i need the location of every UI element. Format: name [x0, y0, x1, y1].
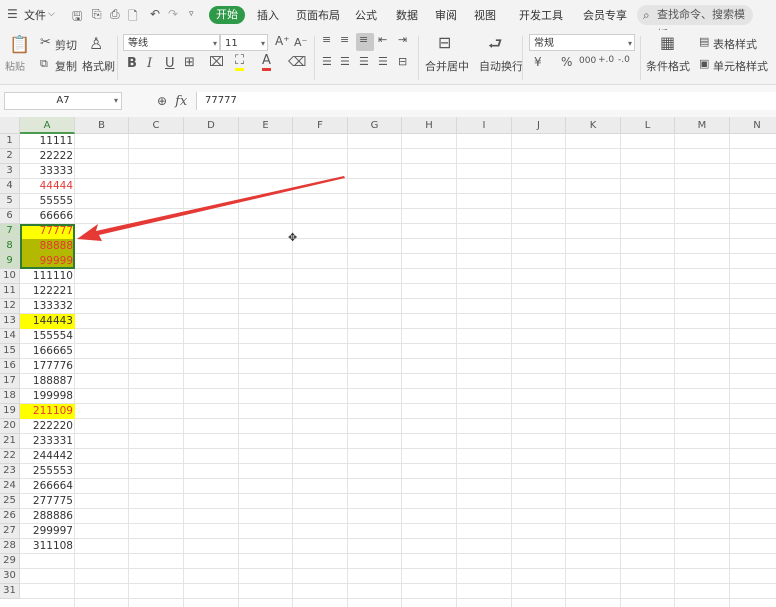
ribbon-divider [522, 36, 523, 80]
merge-center-icon[interactable]: ⊟ [438, 33, 451, 52]
zoom-icon[interactable]: ⊕ [157, 94, 167, 108]
cut-button[interactable]: 剪切 [55, 37, 77, 53]
currency-icon[interactable]: ¥ [534, 55, 542, 69]
save-icon[interactable]: 🖫 [72, 7, 82, 28]
tab-developer[interactable]: 开发工具 [519, 7, 563, 23]
decrease-font-icon[interactable]: A⁻ [294, 36, 307, 49]
decrease-decimal-icon[interactable]: -.0 [618, 55, 630, 65]
indent-increase-icon[interactable]: ⇥ [398, 33, 407, 46]
font-color-icon[interactable]: A [262, 54, 271, 71]
command-search[interactable]: ⌕ 查找命令、搜索模板 [637, 5, 753, 41]
copy-button[interactable]: 复制 [55, 58, 77, 74]
ribbon-divider [314, 36, 315, 80]
table-style-button[interactable]: 表格样式 [713, 36, 757, 52]
scissors-icon[interactable]: ✂ [40, 35, 51, 50]
cell-style-icon[interactable]: ▣ [699, 57, 709, 70]
borders-icon[interactable]: ⊞ [184, 55, 195, 70]
tab-page-layout[interactable]: 页面布局 [296, 7, 340, 23]
wrap-text-button[interactable]: 自动换行 [479, 58, 523, 74]
distribute-icon[interactable]: ⊟ [398, 55, 407, 68]
worksheet-grid[interactable]: A B C D E F G H I J K L M N 1 2 3 4 5 6 7 8 9 10 11 12 13 14 15 16 17 1… [0, 117, 776, 607]
number-format-select[interactable]: 常规 ▾ [529, 34, 635, 51]
align-top-icon[interactable]: ≡ [322, 33, 331, 46]
cell-style-button[interactable]: 单元格样式 [713, 58, 768, 74]
tab-home[interactable]: 开始 [209, 6, 245, 24]
name-box[interactable]: A7 ▾ [4, 92, 122, 110]
print-icon[interactable]: ⎙ [110, 7, 120, 22]
cell-fill-style-icon[interactable]: ⌧ [209, 55, 224, 70]
arrow-shape [77, 176, 345, 241]
print-preview-icon[interactable]: 🗋 [128, 7, 138, 28]
merge-center-button[interactable]: 合并居中 [425, 58, 469, 74]
wrap-text-icon[interactable]: ⮐ [488, 33, 502, 60]
indent-decrease-icon[interactable]: ⇤ [378, 33, 387, 46]
chevron-down-icon: ▾ [260, 39, 265, 48]
bold-icon[interactable]: B [127, 56, 137, 71]
underline-icon[interactable]: U [165, 56, 175, 71]
menu-bar: ☰ 文件 ⌵ 🖫 ⎘ ⎙ 🗋 ↶ ↷ ▿ 开始 插入 页面布局 公式 数据 审阅… [0, 0, 776, 41]
annotation-arrow [77, 176, 345, 241]
format-painter-icon[interactable]: ♙ [89, 34, 103, 53]
paste-button[interactable]: 粘贴 [5, 58, 25, 73]
chevron-down-icon: ▾ [113, 96, 118, 105]
ribbon-divider [418, 36, 419, 80]
undo-icon[interactable]: ↶ [150, 7, 160, 21]
tab-data[interactable]: 数据 [396, 7, 418, 23]
font-size-select[interactable]: 11 ▾ [220, 34, 268, 51]
tab-review[interactable]: 审阅 [435, 7, 457, 23]
paste-icon[interactable]: 📋 [9, 35, 30, 55]
search-icon: ⌕ [643, 8, 650, 22]
formula-input[interactable]: 77777 [196, 92, 776, 110]
copy-icon[interactable]: ⧉ [40, 57, 48, 71]
chevron-down-icon[interactable]: ⌵ [48, 9, 55, 19]
increase-font-icon[interactable]: A⁺ [275, 34, 290, 48]
align-middle-icon[interactable]: ≡ [340, 33, 349, 46]
align-right-icon[interactable]: ☰ [359, 55, 369, 68]
quick-access-dropdown-icon[interactable]: ▿ [189, 9, 194, 19]
align-bottom-icon: ≡ [359, 33, 369, 46]
table-style-icon[interactable]: ▤ [699, 35, 709, 48]
tab-member[interactable]: 会员专享 [583, 7, 627, 23]
mouse-cursor-icon: ✥ [288, 231, 298, 244]
align-center-icon[interactable]: ☰ [340, 55, 350, 68]
insert-function-button[interactable]: fx [175, 94, 187, 109]
ribbon-divider [117, 36, 118, 80]
format-painter-button[interactable]: 格式刷 [82, 58, 115, 74]
hamburger-icon[interactable]: ☰ [7, 7, 18, 21]
export-icon[interactable]: ⎘ [92, 7, 102, 22]
increase-decimal-icon[interactable]: +.0 [598, 55, 614, 65]
conditional-format-icon[interactable]: ▦ [660, 33, 675, 52]
fill-color-icon[interactable]: ⛶ [235, 54, 245, 71]
clear-format-icon[interactable]: ⌫ [288, 55, 306, 70]
font-name-select[interactable]: 等线 ▾ [123, 34, 220, 51]
italic-icon[interactable]: I [147, 56, 152, 71]
align-left-icon[interactable]: ☰ [322, 55, 332, 68]
redo-icon[interactable]: ↷ [168, 7, 178, 21]
file-menu[interactable]: 文件 [24, 7, 46, 23]
formula-tools: ⊕ fx [157, 94, 187, 109]
chevron-down-icon: ▾ [212, 39, 217, 48]
justify-icon[interactable]: ☰ [378, 55, 388, 68]
conditional-format-button[interactable]: 条件格式 [646, 58, 690, 74]
tab-insert[interactable]: 插入 [257, 7, 279, 23]
tab-formulas[interactable]: 公式 [355, 7, 377, 23]
formula-bar: A7 ▾ ⊕ fx 77777 [0, 85, 776, 118]
chevron-down-icon: ▾ [627, 39, 632, 48]
ribbon-divider [640, 36, 641, 80]
thousands-separator-icon[interactable]: 000 [579, 56, 596, 66]
tab-view[interactable]: 视图 [474, 7, 496, 23]
percent-icon[interactable]: % [561, 55, 572, 69]
